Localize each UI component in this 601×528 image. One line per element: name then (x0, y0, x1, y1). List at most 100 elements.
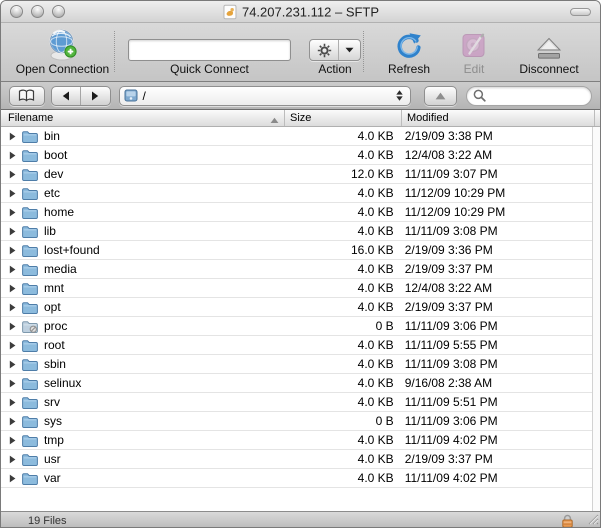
modified-cell: 11/11/09 3:08 PM (400, 357, 592, 371)
disclosure-toggle[interactable] (9, 417, 17, 426)
disclosure-toggle[interactable] (9, 436, 17, 445)
file-row[interactable]: sys0 B11/11/09 3:06 PM (1, 412, 592, 431)
disclosure-toggle[interactable] (9, 227, 17, 236)
filename-cell: proc (44, 319, 283, 333)
toolbar-separator (114, 31, 115, 72)
size-cell: 4.0 KB (283, 224, 400, 238)
file-row[interactable]: proc0 B11/11/09 3:06 PM (1, 317, 592, 336)
quick-connect-combobox[interactable] (128, 39, 291, 61)
current-path: / (143, 89, 390, 103)
disclosure-toggle[interactable] (9, 208, 17, 217)
action-dropdown-button[interactable] (339, 40, 360, 60)
disclosure-toggle[interactable] (9, 341, 17, 350)
file-row[interactable]: opt4.0 KB2/19/09 3:37 PM (1, 298, 592, 317)
size-cell: 4.0 KB (283, 338, 400, 352)
modified-cell: 2/19/09 3:37 PM (400, 300, 592, 314)
forward-button[interactable] (81, 87, 109, 105)
disconnect-button[interactable]: Disconnect (511, 23, 587, 78)
filename-cell: sys (44, 414, 283, 428)
disclosure-triangle-icon (9, 360, 16, 369)
title-bar[interactable]: 74.207.231.112 – SFTP (1, 1, 600, 23)
filename-cell: lib (44, 224, 283, 238)
sort-ascending-icon (270, 115, 279, 127)
file-row[interactable]: var4.0 KB11/11/09 4:02 PM (1, 469, 592, 488)
file-row[interactable]: boot4.0 KB12/4/08 3:22 AM (1, 146, 592, 165)
file-row[interactable]: etc4.0 KB11/12/09 10:29 PM (1, 184, 592, 203)
toolbar-toggle-button[interactable] (570, 8, 591, 16)
disclosure-triangle-icon (9, 246, 16, 255)
file-row[interactable]: lost+found16.0 KB2/19/09 3:36 PM (1, 241, 592, 260)
disclosure-toggle[interactable] (9, 322, 17, 331)
refresh-icon (395, 27, 423, 61)
disclosure-toggle[interactable] (9, 474, 17, 483)
disclosure-triangle-icon (9, 455, 16, 464)
file-row[interactable]: root4.0 KB11/11/09 5:55 PM (1, 336, 592, 355)
folder-icon (22, 149, 38, 162)
file-row[interactable]: mnt4.0 KB12/4/08 3:22 AM (1, 279, 592, 298)
folder-icon (22, 434, 38, 447)
disclosure-toggle[interactable] (9, 246, 17, 255)
disclosure-triangle-icon (9, 474, 16, 483)
size-cell: 4.0 KB (283, 148, 400, 162)
modified-cell: 11/11/09 5:55 PM (400, 338, 592, 352)
close-button[interactable] (10, 5, 23, 18)
column-header-filename[interactable]: Filename (1, 110, 284, 126)
disclosure-toggle[interactable] (9, 189, 17, 198)
secure-connection-lock-icon[interactable] (561, 514, 574, 528)
disclosure-toggle[interactable] (9, 284, 17, 293)
window-title-group: 74.207.231.112 – SFTP (222, 4, 379, 19)
search-input[interactable] (489, 89, 585, 103)
file-row[interactable]: tmp4.0 KB11/11/09 4:02 PM (1, 431, 592, 450)
file-list: bin4.0 KB2/19/09 3:38 PMboot4.0 KB12/4/0… (1, 127, 592, 511)
action-button[interactable] (310, 40, 339, 60)
modified-cell: 11/11/09 5:51 PM (400, 395, 592, 409)
disclosure-toggle[interactable] (9, 303, 17, 312)
file-row[interactable]: media4.0 KB2/19/09 3:37 PM (1, 260, 592, 279)
history-navigation (51, 86, 111, 106)
disclosure-toggle[interactable] (9, 170, 17, 179)
filename-cell: srv (44, 395, 283, 409)
search-field[interactable] (466, 86, 592, 106)
file-row[interactable]: lib4.0 KB11/11/09 3:08 PM (1, 222, 592, 241)
file-row[interactable]: sbin4.0 KB11/11/09 3:08 PM (1, 355, 592, 374)
bookmarks-button[interactable] (9, 86, 45, 106)
file-row[interactable]: srv4.0 KB11/11/09 5:51 PM (1, 393, 592, 412)
resize-grip[interactable] (586, 512, 599, 528)
disclosure-toggle[interactable] (9, 379, 17, 388)
folder-icon (22, 301, 38, 314)
scrollbar-track[interactable] (592, 127, 600, 511)
file-row[interactable]: bin4.0 KB2/19/09 3:38 PM (1, 127, 592, 146)
column-header-spacer (594, 110, 600, 126)
file-row[interactable]: usr4.0 KB2/19/09 3:37 PM (1, 450, 592, 469)
path-popup-menu[interactable]: / (119, 86, 412, 106)
filename-cell: var (44, 471, 283, 485)
open-connection-button[interactable]: Open Connection (11, 23, 114, 78)
disclosure-triangle-icon (9, 398, 16, 407)
edit-button-disabled[interactable]: Edit (449, 23, 499, 78)
column-header-modified[interactable]: Modified (401, 110, 594, 126)
file-row[interactable]: home4.0 KB11/12/09 10:29 PM (1, 203, 592, 222)
zoom-button[interactable] (52, 5, 65, 18)
disclosure-toggle[interactable] (9, 265, 17, 274)
disclosure-toggle[interactable] (9, 455, 17, 464)
navigation-bar: / (1, 82, 600, 110)
column-header-size[interactable]: Size (284, 110, 401, 126)
back-button[interactable] (52, 87, 81, 105)
parent-directory-button[interactable] (424, 86, 457, 106)
disclosure-toggle[interactable] (9, 360, 17, 369)
back-arrow-icon (62, 91, 70, 101)
file-row[interactable]: dev12.0 KB11/11/09 3:07 PM (1, 165, 592, 184)
modified-cell: 2/19/09 3:36 PM (400, 243, 592, 257)
disclosure-toggle[interactable] (9, 132, 17, 141)
folder-icon (22, 282, 38, 295)
size-cell: 4.0 KB (283, 205, 400, 219)
window-controls (10, 5, 65, 18)
size-cell: 4.0 KB (283, 357, 400, 371)
popup-stepper-icon (389, 90, 410, 101)
file-row[interactable]: selinux4.0 KB9/16/08 2:38 AM (1, 374, 592, 393)
disclosure-toggle[interactable] (9, 398, 17, 407)
refresh-button[interactable]: Refresh (378, 23, 440, 78)
minimize-button[interactable] (31, 5, 44, 18)
disclosure-toggle[interactable] (9, 151, 17, 160)
quick-connect-input[interactable] (129, 40, 291, 60)
